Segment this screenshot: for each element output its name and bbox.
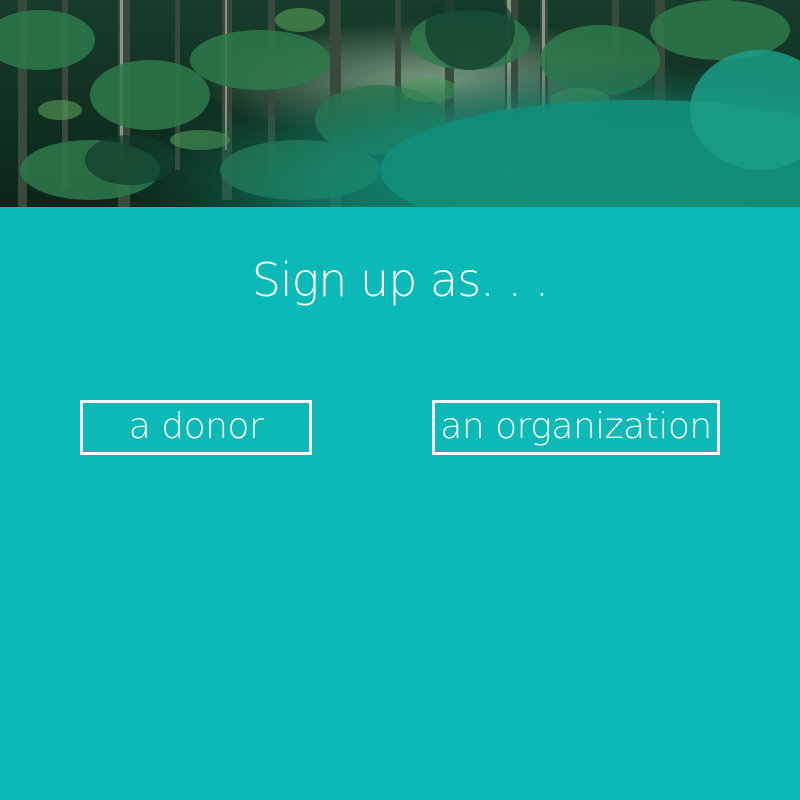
donor-signup-button[interactable]: a donor	[80, 400, 312, 455]
forest-illustration	[0, 0, 800, 207]
organization-signup-label: an organization	[440, 405, 712, 447]
signup-panel: Sign up as. . . a donor an organization	[0, 207, 800, 800]
organization-signup-button[interactable]: an organization	[432, 400, 720, 455]
signup-title: Sign up as. . .	[251, 253, 550, 307]
donor-signup-label: a donor	[128, 405, 264, 447]
hero-forest-image	[0, 0, 800, 207]
